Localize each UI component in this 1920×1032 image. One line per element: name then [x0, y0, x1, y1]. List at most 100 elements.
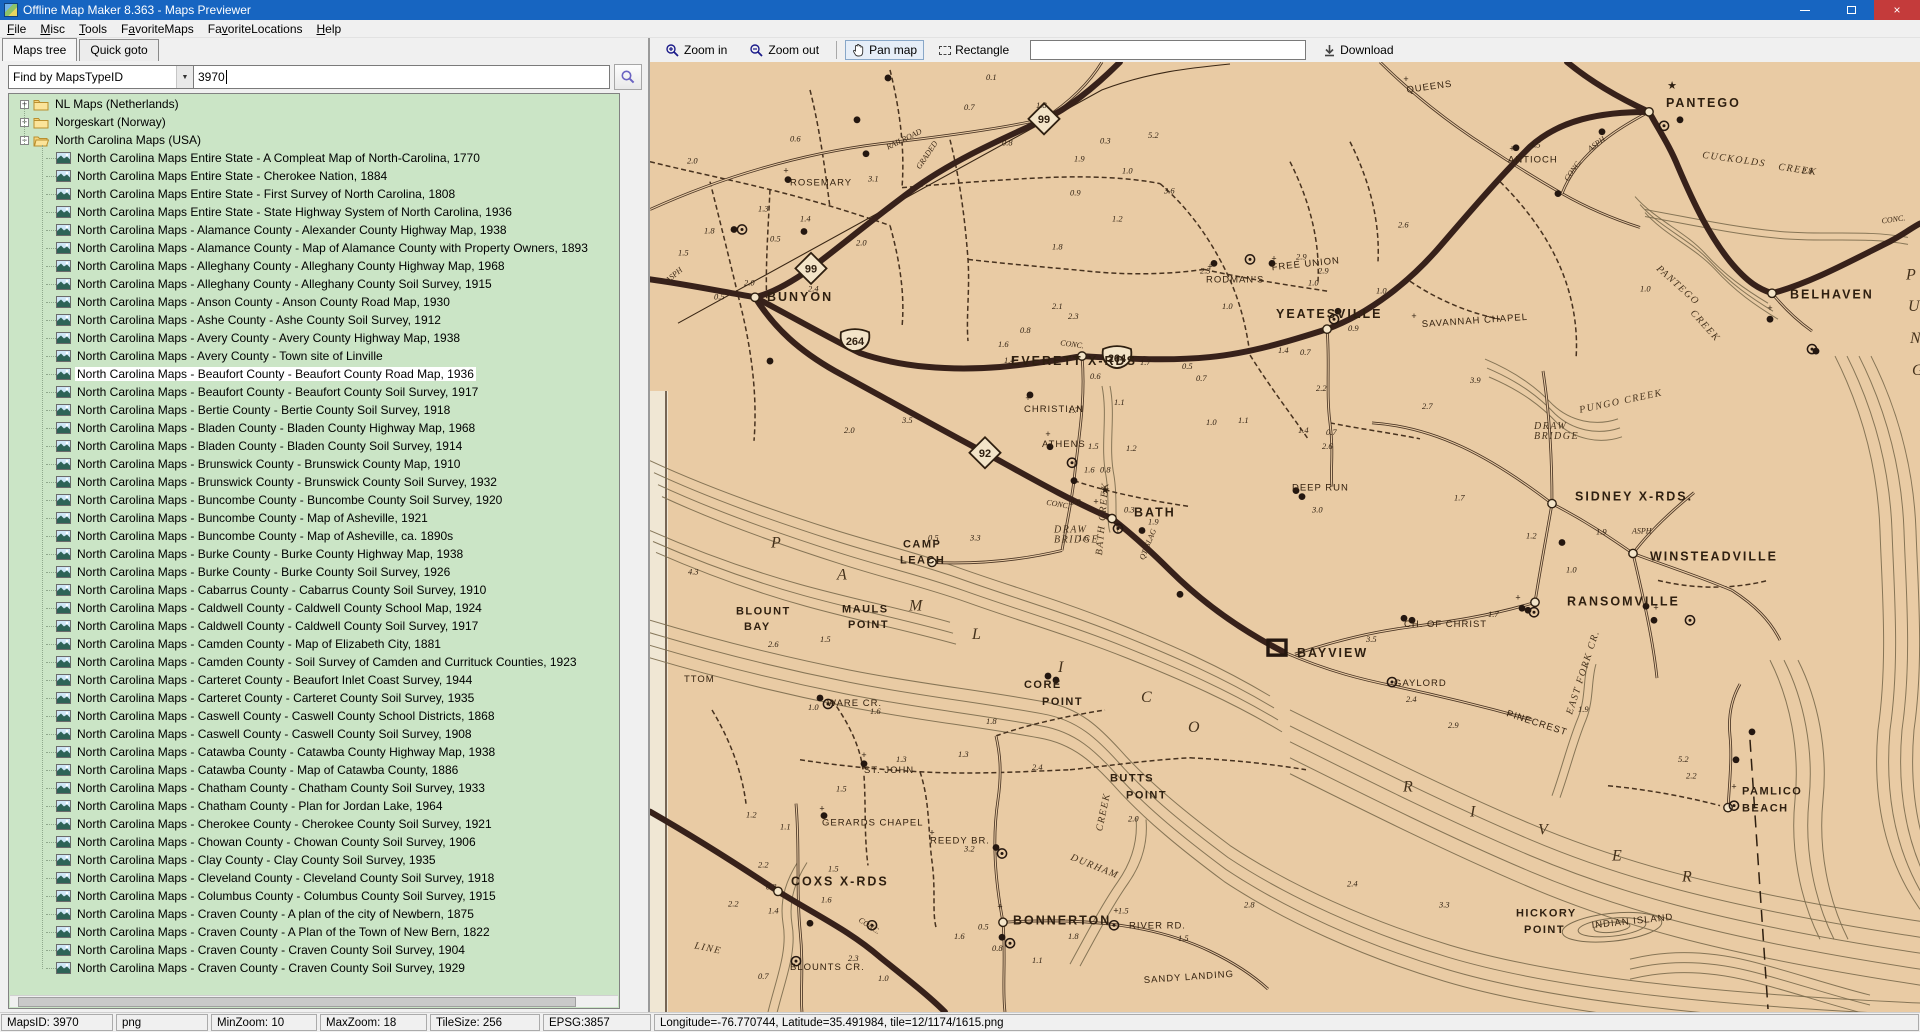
distance-label: 1.5 [1178, 933, 1189, 943]
tree-item[interactable]: North Carolina Maps - Alleghany County -… [10, 257, 618, 275]
tree-item[interactable]: North Carolina Maps - Caldwell County - … [10, 599, 618, 617]
tree-item[interactable]: North Carolina Maps - Bladen County - Bl… [10, 419, 618, 437]
tab-quick-goto[interactable]: Quick goto [79, 39, 158, 61]
goto-input[interactable] [1030, 40, 1306, 60]
folder-icon [33, 98, 49, 111]
tree-folder[interactable]: +Norgeskart (Norway) [10, 113, 618, 131]
tree-item[interactable]: North Carolina Maps - Alleghany County -… [10, 275, 618, 293]
map-view[interactable]: 999992264264++++++++++++++++++★★PANTEGOB… [650, 62, 1920, 1012]
tree-item[interactable]: North Carolina Maps - Brunswick County -… [10, 455, 618, 473]
rectangle-button[interactable]: Rectangle [932, 40, 1016, 60]
tree-item[interactable]: North Carolina Maps - Camden County - Ma… [10, 635, 618, 653]
tree-item[interactable]: North Carolina Maps - Carteret County - … [10, 671, 618, 689]
tree-item[interactable]: North Carolina Maps - Chatham County - P… [10, 797, 618, 815]
tree-item[interactable]: North Carolina Maps Entire State - A Com… [10, 149, 618, 167]
tree-item[interactable]: North Carolina Maps - Alamance County - … [10, 239, 618, 257]
search-input[interactable]: 3970 [194, 65, 610, 89]
junction-circle [1629, 549, 1637, 557]
tree-item[interactable]: North Carolina Maps - Cherokee County - … [10, 815, 618, 833]
town-dot [854, 116, 861, 123]
tree-item[interactable]: North Carolina Maps - Bladen County - Bl… [10, 437, 618, 455]
tree-item[interactable]: North Carolina Maps Entire State - Chero… [10, 167, 618, 185]
map-label: BAYVIEW [1297, 646, 1368, 660]
tree-item[interactable]: North Carolina Maps - Burke County - Bur… [10, 545, 618, 563]
zoom-out-button[interactable]: Zoom out [742, 40, 826, 61]
menu-favoritemaps[interactable]: FavoriteMaps [114, 21, 201, 37]
map-item-icon [56, 512, 71, 524]
map-label: BONNERTON [1013, 913, 1111, 927]
map-label: BRIDGE [1054, 534, 1099, 545]
church-cross: + [861, 750, 866, 760]
download-button[interactable]: Download [1316, 40, 1400, 60]
maximize-button[interactable] [1828, 0, 1874, 20]
tree-folder[interactable]: −North Carolina Maps (USA) [10, 131, 618, 149]
tree-horizontal-scrollbar[interactable] [10, 995, 618, 1007]
distance-label: 1.4 [768, 905, 779, 915]
tab-maps-tree[interactable]: Maps tree [2, 38, 77, 61]
distance-label: 0.7 [964, 102, 975, 112]
tree-item[interactable]: North Carolina Maps - Catawba County - M… [10, 761, 618, 779]
map-item-icon [56, 926, 71, 938]
search-button[interactable] [614, 64, 642, 90]
tree-item[interactable]: North Carolina Maps - Craven County - A … [10, 905, 618, 923]
map-label: YEATESVILLE [1276, 307, 1382, 321]
distance-label: 0.7 [1300, 347, 1311, 357]
tree-item[interactable]: North Carolina Maps - Chowan County - Ch… [10, 833, 618, 851]
find-by-dropdown[interactable]: Find by MapsTypeID ▼ [8, 65, 194, 89]
menu-file[interactable]: File [0, 21, 33, 37]
map-item-icon [56, 368, 71, 380]
menu-misc[interactable]: Misc [33, 21, 72, 37]
tree-item[interactable]: North Carolina Maps - Buncombe County - … [10, 527, 618, 545]
tree-item[interactable]: North Carolina Maps - Burke County - Bur… [10, 563, 618, 581]
distance-label: 2.2 [1686, 771, 1697, 781]
tree-item[interactable]: North Carolina Maps - Craven County - Cr… [10, 941, 618, 959]
zoom-in-button[interactable]: Zoom in [658, 40, 734, 61]
tree-item[interactable]: North Carolina Maps - Cabarrus County - … [10, 581, 618, 599]
tree-item[interactable]: North Carolina Maps - Craven County - Cr… [10, 959, 618, 977]
distance-label: 0.5 [978, 921, 989, 931]
tree-item[interactable]: North Carolina Maps - Craven County - A … [10, 923, 618, 941]
distance-label: 1.0 [1566, 564, 1577, 574]
tree-item[interactable]: North Carolina Maps - Beaufort County - … [10, 383, 618, 401]
tree-item[interactable]: North Carolina Maps - Chatham County - C… [10, 779, 618, 797]
tree-item[interactable]: North Carolina Maps - Brunswick County -… [10, 473, 618, 491]
tree-item[interactable]: North Carolina Maps - Clay County - Clay… [10, 851, 618, 869]
distance-label: 1.7 [1068, 405, 1079, 415]
close-button[interactable]: × [1874, 0, 1920, 20]
tree-guide [46, 644, 56, 645]
map-label: POINT [1126, 790, 1167, 802]
tree-item[interactable]: North Carolina Maps - Avery County - Ave… [10, 329, 618, 347]
tree-item[interactable]: North Carolina Maps Entire State - First… [10, 185, 618, 203]
tree-item[interactable]: North Carolina Maps - Bertie County - Be… [10, 401, 618, 419]
tree-item[interactable]: North Carolina Maps - Caswell County - C… [10, 707, 618, 725]
tree-item[interactable]: North Carolina Maps - Camden County - So… [10, 653, 618, 671]
tree-item[interactable]: North Carolina Maps - Beaufort County - … [10, 365, 618, 383]
tree-item[interactable]: North Carolina Maps - Caswell County - C… [10, 725, 618, 743]
tree-folder[interactable]: +NL Maps (Netherlands) [10, 95, 618, 113]
tree-item[interactable]: North Carolina Maps - Carteret County - … [10, 689, 618, 707]
tree-item[interactable]: North Carolina Maps - Alamance County - … [10, 221, 618, 239]
text-caret [226, 70, 227, 84]
route-number: 99 [1038, 114, 1050, 126]
minimize-button[interactable] [1782, 0, 1828, 20]
tree-item[interactable]: North Carolina Maps - Buncombe County - … [10, 509, 618, 527]
tree-item[interactable]: North Carolina Maps - Avery County - Tow… [10, 347, 618, 365]
distance-label: 2.3 [1068, 311, 1079, 321]
pan-map-button[interactable]: Pan map [845, 40, 924, 60]
distance-label: 2.4 [1347, 878, 1358, 888]
church-cross: + [1411, 311, 1416, 321]
tree-item[interactable]: North Carolina Maps - Caldwell County - … [10, 617, 618, 635]
tree-item[interactable]: North Carolina Maps Entire State - State… [10, 203, 618, 221]
distance-label: 2.8 [1244, 899, 1255, 909]
tree-item[interactable]: North Carolina Maps - Ashe County - Ashe… [10, 311, 618, 329]
menu-tools[interactable]: Tools [72, 21, 114, 37]
tree-item[interactable]: North Carolina Maps - Anson County - Ans… [10, 293, 618, 311]
tree-item[interactable]: North Carolina Maps - Cleveland County -… [10, 869, 618, 887]
menu-help[interactable]: Help [310, 21, 349, 37]
tree-item[interactable]: North Carolina Maps - Columb​us County -… [10, 887, 618, 905]
tree-guide [46, 806, 56, 807]
tree-item[interactable]: North Carolina Maps - Buncombe County - … [10, 491, 618, 509]
scrollbar-thumb[interactable] [18, 997, 576, 1007]
menu-favoritelocations[interactable]: FavoriteLocations [201, 21, 310, 37]
tree-item[interactable]: North Carolina Maps - Catawba County - C… [10, 743, 618, 761]
